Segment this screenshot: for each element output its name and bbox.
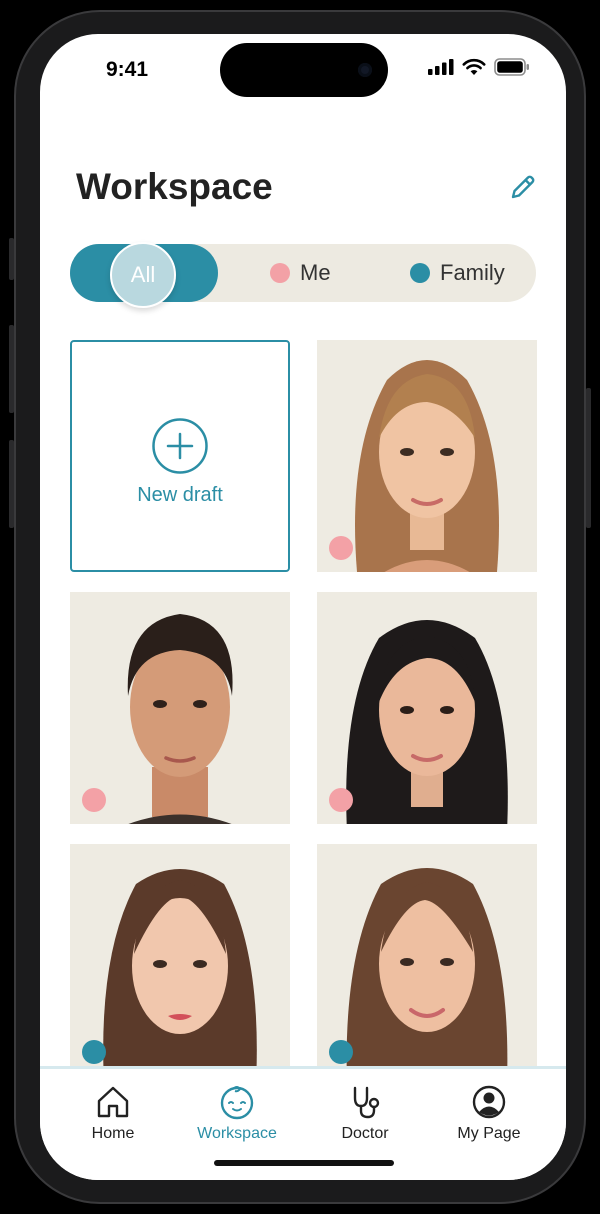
portrait-image (70, 844, 290, 1076)
new-draft-button[interactable]: New draft (70, 340, 290, 572)
tab-my-page-label: My Page (457, 1125, 521, 1142)
camera-icon (358, 63, 372, 77)
pencil-icon (511, 175, 535, 199)
tab-workspace[interactable]: Workspace (172, 1083, 302, 1143)
portrait-card[interactable] (317, 340, 537, 572)
family-dot-icon (410, 263, 430, 283)
filter-me-button[interactable]: Me (270, 244, 331, 302)
new-draft-label: New draft (137, 484, 223, 506)
filter-family-button[interactable]: Family (410, 244, 505, 302)
signal-icon (428, 59, 454, 75)
filter-all-label: All (130, 262, 156, 287)
me-dot-icon (270, 263, 290, 283)
portrait-image (317, 844, 537, 1076)
me-tag-icon (329, 788, 353, 812)
portrait-image (317, 592, 537, 824)
portrait-image (317, 340, 537, 572)
filter-me-label: Me (300, 260, 331, 285)
power-button (586, 388, 591, 528)
volume-up-button (9, 325, 14, 413)
status-time: 9:41 (106, 58, 149, 81)
portrait-card[interactable] (70, 844, 290, 1076)
tab-home-label: Home (91, 1125, 135, 1142)
filter-family-label: Family (440, 260, 505, 285)
silent-switch (9, 238, 14, 280)
family-tag-icon (82, 1040, 106, 1064)
page-title: Workspace (76, 166, 273, 207)
user-circle-icon (472, 1085, 506, 1119)
tab-doctor[interactable]: Doctor (300, 1083, 430, 1143)
baby-face-icon (220, 1086, 254, 1120)
me-tag-icon (82, 788, 106, 812)
wifi-icon (462, 58, 486, 75)
tab-workspace-label: Workspace (197, 1125, 277, 1142)
plus-circle-icon (152, 418, 208, 474)
filter-all-button[interactable]: All (110, 242, 176, 308)
tab-home[interactable]: Home (48, 1083, 178, 1143)
portrait-card[interactable] (70, 592, 290, 824)
battery-icon (494, 58, 529, 76)
home-icon (97, 1086, 129, 1118)
home-indicator (214, 1160, 394, 1166)
tab-doctor-label: Doctor (341, 1125, 389, 1142)
edit-button[interactable] (508, 172, 538, 202)
dynamic-island (220, 43, 388, 97)
portrait-card[interactable] (317, 592, 537, 824)
status-icons (428, 58, 530, 76)
stethoscope-icon (353, 1086, 380, 1119)
filter-segmented-control: All Me Family (70, 242, 536, 308)
portrait-image (70, 592, 290, 824)
volume-down-button (9, 440, 14, 528)
app-screen: 9:41 Workspace All Me Family New draft H… (40, 34, 566, 1180)
family-tag-icon (329, 1040, 353, 1064)
tab-my-page[interactable]: My Page (424, 1083, 554, 1143)
portrait-card[interactable] (317, 844, 537, 1076)
me-tag-icon (329, 536, 353, 560)
